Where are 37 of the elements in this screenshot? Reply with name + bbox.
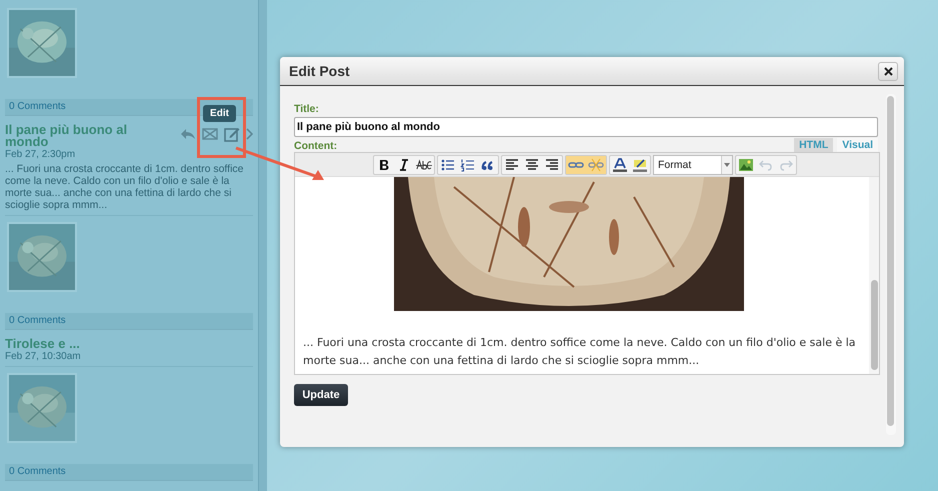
post-body-text: ... Fuori una crosta croccante di 1cm. dentro soffice come la neve. Caldo con un filo d'olio e sale è la morte sua... anche con una fettina di lardo che si scioglie sopra mmm... — [302, 335, 857, 369]
field-label: Content: — [294, 140, 338, 152]
editor-mode-tab[interactable]: Visual — [837, 138, 878, 152]
highlight-icon — [632, 158, 648, 172]
scrollbar[interactable] — [886, 94, 896, 435]
strike-icon — [416, 158, 432, 172]
align-left-icon — [504, 158, 520, 172]
field-label: Title: — [294, 103, 320, 115]
title-field[interactable]: Il pane più buono al mondo — [294, 117, 878, 137]
align-center-icon — [524, 158, 540, 172]
close-icon — [884, 66, 892, 76]
post-date: Feb 27, 10:30am — [5, 351, 82, 362]
redo-icon — [778, 158, 794, 172]
post-date: Feb 27, 2:30pm — [5, 149, 76, 160]
update-button[interactable]: Update — [294, 384, 348, 406]
scrollbar[interactable] — [869, 177, 879, 374]
dialog-title: Edit Post — [289, 63, 350, 79]
post-title[interactable]: Tirolese e ... — [5, 338, 145, 350]
bullets-icon — [440, 158, 456, 172]
editor-mode-tab[interactable]: HTML — [794, 138, 834, 152]
comments-bar[interactable]: 0 Comments — [5, 313, 253, 330]
close-button[interactable] — [878, 62, 898, 80]
undo-icon — [758, 158, 774, 172]
highlight-frame — [197, 97, 246, 158]
image-icon — [738, 158, 754, 172]
post-title[interactable]: Il pane più buono al mondo — [5, 124, 145, 148]
comments-bar[interactable]: 0 Comments — [5, 464, 253, 481]
unlink-icon — [588, 158, 604, 172]
text-color-button[interactable] — [610, 156, 630, 174]
format-dropdown[interactable]: Format — [653, 154, 733, 174]
post-excerpt: ... Fuori una crosta croccante di 1cm. dentro soffice come la neve. Caldo con un filo d'olio e sale è la morte sua... anche con una fettina di lardo che si scioglie sopra mmm... — [5, 163, 245, 211]
align-right-icon — [544, 158, 560, 172]
scrollbar[interactable] — [258, 0, 267, 491]
caret-icon — [724, 162, 730, 166]
numbers-icon — [460, 158, 476, 172]
text-color-icon — [612, 158, 628, 172]
tooltip: Edit — [203, 105, 236, 122]
